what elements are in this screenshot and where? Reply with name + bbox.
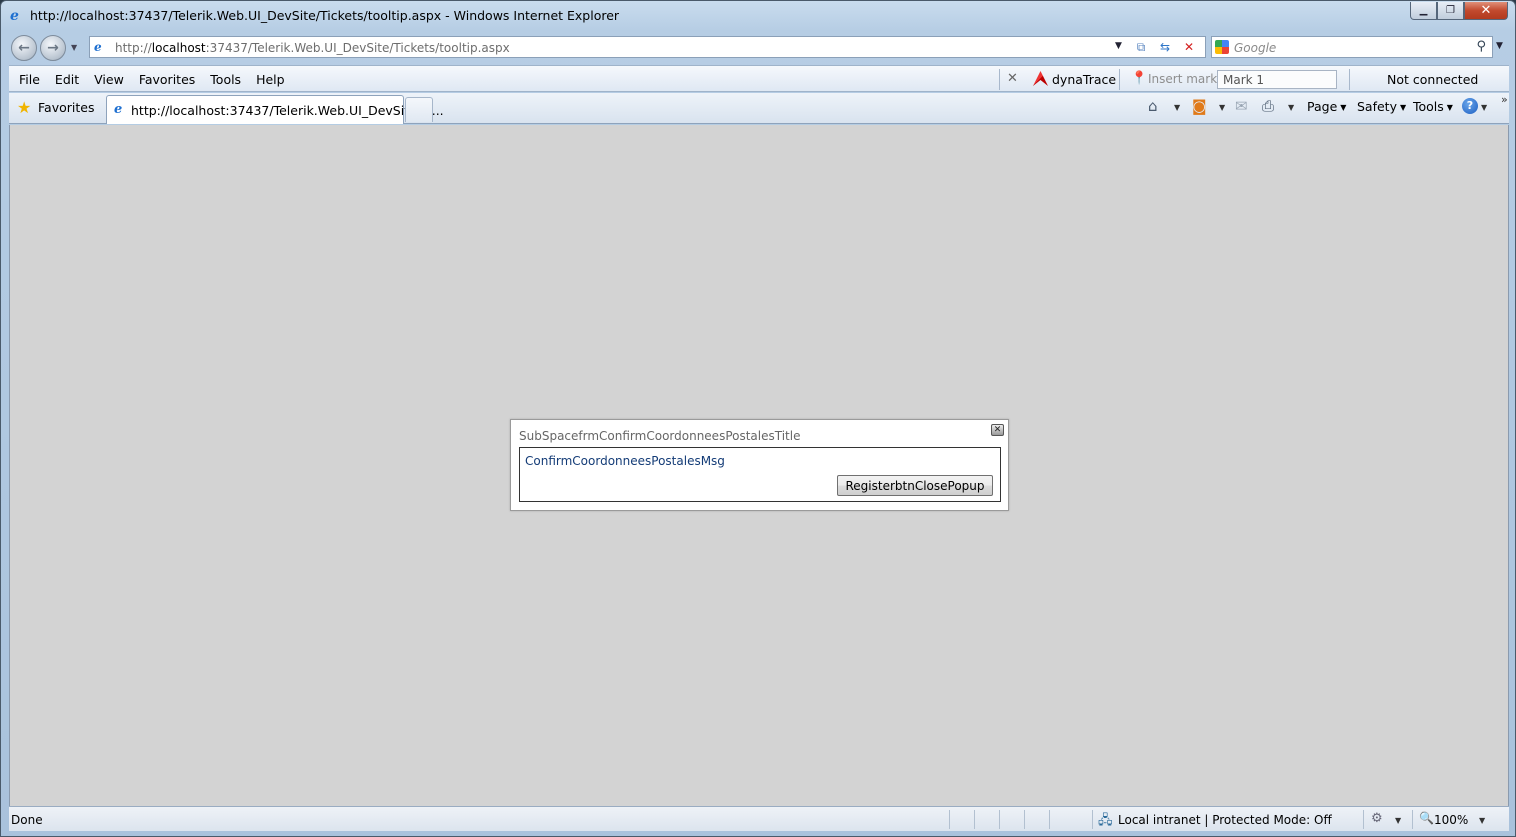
minimize-button[interactable]: ▁ [1410, 2, 1437, 20]
tooltip-popup: SubSpacefrmConfirmCoordonneesPostalesTit… [510, 419, 1009, 511]
menu-tools[interactable]: Tools [210, 72, 241, 87]
search-input[interactable]: Google [1234, 41, 1276, 55]
connection-status: Not connected [1387, 72, 1479, 87]
mail-icon[interactable]: ✉ [1235, 97, 1248, 115]
zoom-dropdown-icon[interactable]: ▼ [1479, 816, 1485, 825]
popup-message: ConfirmCoordonneesPostalesMsg [525, 454, 725, 468]
browser-window: e http://localhost:37437/Telerik.Web.UI_… [0, 0, 1516, 837]
close-toolbar-icon[interactable]: ✕ [1007, 71, 1018, 86]
recent-pages-dropdown-icon[interactable]: ▼ [71, 43, 77, 52]
safety-menu-button[interactable]: Safety ▼ [1357, 99, 1406, 114]
tools-menu-label: Tools [1413, 99, 1444, 114]
close-popup-button[interactable]: RegisterbtnClosePopup [837, 475, 993, 496]
tools-menu-button[interactable]: Tools ▼ [1413, 99, 1453, 114]
address-dropdown-icon[interactable]: ▼ [1115, 41, 1122, 51]
status-separator [1092, 810, 1093, 829]
menu-file[interactable]: File [19, 72, 40, 87]
status-separator [974, 810, 975, 829]
google-icon [1215, 40, 1229, 54]
window-controls: ▁ ❐ ✕ [1410, 2, 1508, 20]
page-content: SubSpacefrmConfirmCoordonneesPostalesTit… [9, 125, 1509, 806]
protected-mode-dropdown-icon[interactable]: ▼ [1395, 816, 1401, 825]
url-host: localhost [151, 41, 206, 55]
chevron-down-icon: ▼ [1446, 103, 1453, 112]
forward-button[interactable]: → [40, 35, 66, 61]
status-bar: Done 🖧 Local intranet | Protected Mode: … [9, 806, 1509, 831]
address-input[interactable]: http://localhost:37437/Telerik.Web.UI_De… [115, 41, 510, 55]
feeds-dropdown-icon[interactable]: ▼ [1219, 103, 1225, 112]
menu-help[interactable]: Help [256, 72, 285, 87]
home-icon[interactable]: ⌂ [1148, 97, 1158, 115]
menu-view[interactable]: View [94, 72, 124, 87]
tab-page-icon: e [114, 102, 123, 117]
popup-body: ConfirmCoordonneesPostalesMsg Registerbt… [519, 447, 1001, 502]
intranet-zone-icon: 🖧 [1098, 813, 1113, 828]
maximize-button[interactable]: ❐ [1437, 2, 1464, 20]
tab-label: http://localhost:37437/Telerik.Web.UI_De… [131, 103, 444, 118]
status-separator [1024, 810, 1025, 829]
help-dropdown-icon[interactable]: ▼ [1481, 103, 1487, 112]
title-bar: e http://localhost:37437/Telerik.Web.UI_… [1, 1, 1515, 31]
window-title: http://localhost:37437/Telerik.Web.UI_De… [30, 8, 620, 23]
zoom-level[interactable]: 100% [1434, 813, 1468, 827]
status-separator [1363, 810, 1364, 829]
url-rest: :37437/Telerik.Web.UI_DevSite/Tickets/to… [205, 41, 510, 55]
status-separator [999, 810, 1000, 829]
more-commands-icon[interactable]: » [1501, 93, 1508, 106]
feeds-icon[interactable]: ◙ [1192, 97, 1207, 115]
status-separator [1049, 810, 1050, 829]
toolbar-separator [1349, 69, 1350, 90]
page-menu-label: Page [1307, 99, 1338, 114]
ie-logo-icon: e [10, 8, 19, 24]
tab-row: ★ Favorites e http://localhost:37437/Tel… [9, 93, 1509, 124]
mark-input[interactable] [1217, 70, 1337, 89]
toolbar-separator [1119, 69, 1120, 90]
menu-edit[interactable]: Edit [55, 72, 79, 87]
print-dropdown-icon[interactable]: ▼ [1288, 103, 1294, 112]
safety-menu-label: Safety [1357, 99, 1397, 114]
toolbar-separator [999, 69, 1000, 90]
new-tab-button[interactable] [405, 97, 433, 122]
chevron-down-icon: ▼ [1399, 103, 1407, 112]
zoom-icon[interactable]: 🔍 [1419, 811, 1434, 825]
favorites-button[interactable]: Favorites [38, 100, 94, 115]
help-icon[interactable]: ? [1462, 98, 1478, 114]
insert-mark-button[interactable]: Insert mark [1148, 72, 1217, 86]
page-icon: e [94, 40, 102, 54]
tab-active[interactable]: e http://localhost:37437/Telerik.Web.UI_… [106, 95, 444, 124]
search-icon[interactable]: ⚲ [1476, 39, 1486, 54]
pin-icon: 📍 [1131, 71, 1148, 86]
favorites-star-icon: ★ [17, 98, 32, 117]
url-prefix: http:// [115, 41, 152, 55]
popup-title: SubSpacefrmConfirmCoordonneesPostalesTit… [519, 429, 801, 443]
protected-mode-gear-icon[interactable]: ⚙ [1371, 811, 1383, 826]
address-row: ← → ▼ e http://localhost:37437/Telerik.W… [1, 32, 1515, 64]
print-icon[interactable]: ⎙ [1262, 97, 1274, 115]
security-zone[interactable]: Local intranet | Protected Mode: Off [1118, 813, 1332, 827]
menu-bar: File Edit View Favorites Tools Help [19, 72, 300, 87]
status-text: Done [11, 813, 43, 827]
stop-icon[interactable]: ✕ [1180, 40, 1198, 55]
search-box[interactable]: Google ⚲ [1211, 36, 1493, 58]
dynatrace-icon [1033, 71, 1048, 86]
close-window-button[interactable]: ✕ [1464, 2, 1508, 20]
search-options-dropdown-icon[interactable]: ▼ [1496, 41, 1503, 51]
compatibility-view-icon[interactable]: ⧉ [1132, 40, 1150, 55]
back-button[interactable]: ← [11, 35, 37, 61]
address-bar[interactable]: e http://localhost:37437/Telerik.Web.UI_… [89, 36, 1206, 58]
chevron-down-icon: ▼ [1340, 103, 1347, 112]
status-separator [1412, 810, 1413, 829]
home-dropdown-icon[interactable]: ▼ [1174, 103, 1180, 112]
page-menu-button[interactable]: Page ▼ [1307, 99, 1346, 114]
dynatrace-button[interactable]: dynaTrace [1052, 72, 1116, 87]
menu-toolbar-row: File Edit View Favorites Tools Help ✕ dy… [9, 65, 1509, 92]
popup-close-icon[interactable]: ✕ [991, 424, 1004, 436]
status-separator [949, 810, 950, 829]
menu-favorites[interactable]: Favorites [139, 72, 195, 87]
refresh-icon[interactable]: ⇆ [1156, 40, 1174, 55]
